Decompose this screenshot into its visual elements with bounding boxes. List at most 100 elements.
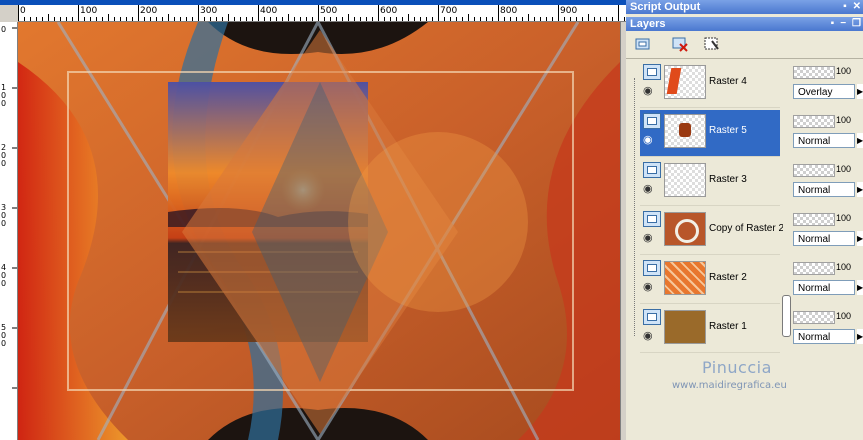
vertical-ruler: 0 1 0 0 2 0 0 3 0 0 4 0 0 5 0 0 [0, 22, 18, 440]
raster-layer-icon [643, 162, 661, 178]
blend-mode-select[interactable]: Normal [793, 133, 855, 148]
layers-title: Layers [630, 18, 666, 30]
dropdown-arrow-icon[interactable]: ▶ [857, 133, 863, 148]
ruler-label: 5 0 0 [1, 323, 7, 348]
script-output-titlebar[interactable]: Script Output ▪ ✕ [626, 0, 863, 14]
opacity-slider[interactable] [793, 115, 835, 128]
eye-icon[interactable]: ◉ [643, 184, 657, 195]
new-layer-button[interactable] [633, 35, 653, 53]
image-canvas[interactable] [18, 22, 620, 440]
raster-layer-icon [643, 309, 661, 325]
ruler-label: 600 [380, 6, 398, 16]
mask-button[interactable] [702, 35, 722, 53]
layer-thumbnail [664, 261, 706, 295]
delete-layer-button[interactable] [670, 35, 690, 53]
layer-row-raster-5[interactable]: ◉ Raster 5 [640, 110, 780, 157]
opacity-value: 100 [836, 262, 852, 272]
layer-name: Raster 1 [709, 321, 747, 332]
ruler-label: 3 0 0 [1, 203, 7, 228]
dropdown-arrow-icon[interactable]: ▶ [857, 84, 863, 99]
dropdown-arrow-icon[interactable]: ▶ [857, 329, 863, 344]
ruler-label: 200 [140, 6, 158, 16]
ruler-label: 900 [560, 6, 578, 16]
layers-toolbar [626, 32, 863, 59]
dropdown-arrow-icon[interactable]: ▶ [857, 280, 863, 295]
horizontal-ruler: 0 100 200 300 400 500 600 700 800 900 [18, 5, 626, 22]
delete-layer-icon [672, 37, 688, 52]
layer-row-copy-of-raster-2[interactable]: ◉ Copy of Raster 2 [640, 208, 784, 255]
restore-icon[interactable]: ❐ [852, 17, 861, 31]
canvas-artwork [18, 22, 620, 440]
opacity-value: 100 [836, 213, 852, 223]
layer-name: Raster 5 [709, 125, 747, 136]
ruler-label: 500 [320, 6, 338, 16]
eye-icon[interactable]: ◉ [643, 282, 657, 293]
layer-props-row: 100 Normal ▶ [791, 257, 863, 303]
watermark-name: Pinuccia [702, 358, 772, 377]
layer-properties: 100 Overlay ▶ 100 Normal ▶ 100 Normal ▶ … [791, 61, 863, 440]
ruler-corner [0, 5, 18, 22]
eye-icon[interactable]: ◉ [643, 331, 657, 342]
pin-icon[interactable]: ▪ [831, 17, 835, 31]
layer-props-row: 100 Overlay ▶ [791, 61, 863, 107]
blend-mode-select[interactable]: Overlay [793, 84, 855, 99]
raster-layer-icon [643, 64, 661, 80]
dropdown-arrow-icon[interactable]: ▶ [857, 231, 863, 246]
layer-thumbnail [664, 114, 706, 148]
layer-thumbnail [664, 212, 706, 246]
dropdown-arrow-icon[interactable]: ▶ [857, 182, 863, 197]
blend-mode-select[interactable]: Normal [793, 280, 855, 295]
ruler-label: 400 [260, 6, 278, 16]
ruler-label: 0 [20, 6, 26, 16]
raster-layer-icon [643, 260, 661, 276]
layer-props-row: 100 Normal ▶ [791, 159, 863, 205]
image-editor: 0 100 200 300 400 500 600 700 800 900 0 … [0, 0, 627, 440]
opacity-value: 100 [836, 311, 852, 321]
eye-icon[interactable]: ◉ [643, 233, 657, 244]
layer-name: Raster 3 [709, 174, 747, 185]
splitter-grip[interactable] [782, 295, 791, 337]
ruler-label: 300 [200, 6, 218, 16]
close-icon[interactable]: ✕ [853, 0, 861, 14]
layer-row-raster-4[interactable]: ◉ Raster 4 [640, 61, 780, 108]
layer-row-raster-3[interactable]: ◉ Raster 3 [640, 159, 780, 206]
ruler-label: 800 [500, 6, 518, 16]
ruler-label: 2 0 0 [1, 143, 7, 168]
blend-mode-select[interactable]: Normal [793, 182, 855, 197]
layers-titlebar[interactable]: Layers ▪ − ❐ [626, 17, 863, 31]
opacity-value: 100 [836, 164, 852, 174]
layer-thumbnail [664, 310, 706, 344]
blend-mode-select[interactable]: Normal [793, 231, 855, 246]
raster-layer-icon [643, 211, 661, 227]
layer-row-raster-2[interactable]: ◉ Raster 2 [640, 257, 780, 304]
layer-thumbnail [664, 65, 706, 99]
opacity-slider[interactable] [793, 213, 835, 226]
opacity-slider[interactable] [793, 311, 835, 324]
minimize-icon[interactable]: − [840, 17, 846, 31]
mask-icon [704, 37, 719, 50]
ruler-label: 4 0 0 [1, 263, 7, 288]
blend-mode-select[interactable]: Normal [793, 329, 855, 344]
layer-name: Copy of Raster 2 [709, 223, 785, 234]
eye-icon[interactable]: ◉ [643, 86, 657, 97]
opacity-slider[interactable] [793, 164, 835, 177]
watermark-url: www.maidiregrafica.eu [672, 380, 787, 391]
ruler-label: 700 [440, 6, 458, 16]
opacity-slider[interactable] [793, 262, 835, 275]
ruler-label: 1 0 0 [1, 83, 7, 108]
raster-layer-icon [643, 113, 661, 129]
new-layer-icon [635, 38, 650, 50]
eye-icon[interactable]: ◉ [643, 135, 657, 146]
pin-icon[interactable]: ▪ [843, 0, 847, 14]
ruler-label: 100 [80, 6, 98, 16]
layer-props-row: 100 Normal ▶ [791, 306, 863, 352]
layer-tree-line [634, 78, 636, 336]
layer-thumbnail [664, 163, 706, 197]
layer-props-row: 100 Normal ▶ [791, 208, 863, 254]
layer-name: Raster 4 [709, 76, 747, 87]
opacity-value: 100 [836, 115, 852, 125]
layer-name: Raster 2 [709, 272, 747, 283]
opacity-slider[interactable] [793, 66, 835, 79]
layer-row-raster-1[interactable]: ◉ Raster 1 [640, 306, 780, 353]
script-output-title: Script Output [630, 1, 701, 13]
